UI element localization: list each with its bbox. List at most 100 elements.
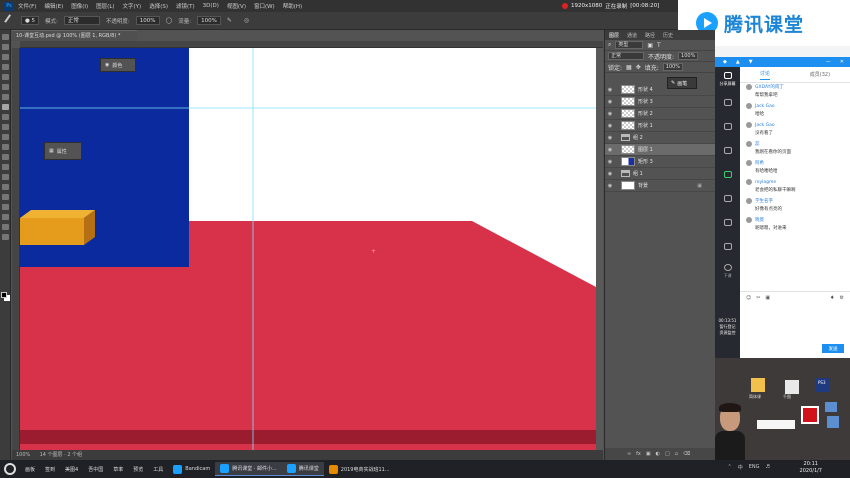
mode-select[interactable]: 正常: [63, 16, 100, 25]
layer-name[interactable]: 组 2: [633, 134, 643, 141]
menu-type[interactable]: 文字(Y): [123, 2, 142, 10]
avatar[interactable]: [746, 122, 752, 128]
avatar[interactable]: [746, 217, 752, 223]
layer-style-icon[interactable]: fx: [636, 451, 641, 457]
send-button[interactable]: 发送: [822, 344, 844, 353]
tab-channels[interactable]: 通道: [627, 32, 637, 39]
minimize-icon[interactable]: —: [826, 59, 831, 65]
layer-name[interactable]: 形状 1: [638, 122, 653, 129]
brush-size-picker[interactable]: ● 5: [21, 16, 40, 25]
taskbar-clock[interactable]: 20:11 2020/1/7: [800, 461, 822, 475]
document-tab[interactable]: 10-课堂互动.psd @ 100% (图层 1, RGB/8) *: [12, 30, 137, 41]
zoom-level[interactable]: 100%: [16, 450, 38, 460]
avatar[interactable]: [746, 141, 752, 147]
chat-username[interactable]: 阿希: [755, 160, 764, 166]
eyedropper-tool-icon[interactable]: [2, 84, 9, 90]
start-button[interactable]: [4, 463, 16, 475]
marquee-tool-icon[interactable]: [2, 44, 9, 50]
new-layer-icon[interactable]: ▫: [675, 451, 678, 457]
move-tool-icon[interactable]: [2, 34, 9, 40]
nav-music[interactable]: [715, 211, 740, 235]
visibility-eye-icon[interactable]: ◉: [605, 183, 615, 189]
shape-tool-icon[interactable]: [2, 204, 9, 210]
dropdown-icon[interactable]: ▼: [749, 59, 753, 65]
tab-layers[interactable]: 图层: [609, 32, 619, 39]
chat-username[interactable]: 晓莫: [755, 217, 764, 223]
layer-row[interactable]: ◉ 形状 2: [605, 108, 716, 120]
taskbar-item[interactable]: 画板: [20, 462, 40, 476]
opacity-input[interactable]: 100%: [135, 16, 160, 25]
chat-username[interactable]: 蕊: [755, 141, 760, 147]
chat-username[interactable]: 学生名字: [755, 198, 773, 204]
scissors-icon[interactable]: ✂: [756, 295, 760, 301]
chat-input[interactable]: [744, 306, 846, 340]
taskbar-item[interactable]: 腾讯课堂 · 邮件小...: [215, 462, 282, 476]
brush-tool-icon[interactable]: [4, 14, 17, 27]
avatar[interactable]: [746, 179, 752, 185]
taskbar-item[interactable]: 腾讯课堂: [281, 462, 324, 476]
menu-window[interactable]: 窗口(W): [254, 2, 275, 10]
layer-row[interactable]: ◉ 组 2: [605, 132, 716, 144]
tab-paths[interactable]: 路径: [645, 32, 655, 39]
menu-file[interactable]: 文件(F): [18, 2, 36, 10]
taskbar-item[interactable]: 吾中国: [83, 462, 108, 476]
image-icon[interactable]: ▣: [765, 295, 770, 301]
tray-chevron-icon[interactable]: ⌃: [728, 464, 732, 471]
layer-name[interactable]: 组 1: [633, 170, 643, 177]
layer-name[interactable]: 矩形 3: [638, 158, 653, 165]
layer-name[interactable]: 图层 1: [638, 146, 653, 153]
hand-tool-icon[interactable]: [2, 214, 9, 220]
taskbar-item[interactable]: 工具: [148, 462, 168, 476]
layer-row[interactable]: ◉ 组 1: [605, 168, 716, 180]
tab-discussion[interactable]: 讨论: [759, 70, 770, 80]
stamp-tool-icon[interactable]: [2, 114, 9, 120]
layer-name[interactable]: 形状 4: [638, 86, 653, 93]
visibility-eye-icon[interactable]: ◉: [605, 99, 615, 105]
lock-pixels-icon[interactable]: ▦: [626, 64, 632, 71]
filter-pixel-icon[interactable]: ▣: [647, 42, 653, 49]
filter-text-icon[interactable]: T: [657, 42, 661, 49]
taskbar-item[interactable]: 草率: [108, 462, 128, 476]
eraser-tool-icon[interactable]: [2, 134, 9, 140]
layer-name[interactable]: 背景: [638, 182, 648, 189]
pin-icon[interactable]: ▲: [736, 59, 740, 65]
layer-row[interactable]: ◉ 形状 3: [605, 96, 716, 108]
tray-ime[interactable]: 中: [738, 464, 743, 471]
flow-input[interactable]: 100%: [197, 16, 221, 25]
chat-username[interactable]: roylagme: [755, 180, 776, 185]
taskbar-item[interactable]: 美图4: [60, 462, 83, 476]
nav-share-screen[interactable]: 分享屏幕: [715, 67, 740, 91]
layer-name[interactable]: 形状 3: [638, 98, 653, 105]
menu-3d[interactable]: 3D(D): [203, 3, 219, 9]
horizontal-ruler[interactable]: [20, 41, 603, 48]
menu-help[interactable]: 帮助(H): [283, 2, 302, 10]
path-select-tool-icon[interactable]: [2, 194, 9, 200]
history-brush-tool-icon[interactable]: [2, 124, 9, 130]
menu-view[interactable]: 视图(V): [227, 2, 246, 10]
record-stop-icon[interactable]: [801, 406, 819, 424]
layer-mask-icon[interactable]: ▣: [646, 451, 651, 457]
delete-layer-icon[interactable]: ⌫: [683, 451, 690, 457]
visibility-eye-icon[interactable]: ◉: [605, 123, 615, 129]
layer-row[interactable]: ◉ 背景 ▣: [605, 180, 716, 192]
type-tool-icon[interactable]: [2, 184, 9, 190]
zoom-tool-icon[interactable]: [2, 224, 9, 230]
visibility-eye-icon[interactable]: ◉: [605, 111, 615, 117]
layer-row[interactable]: ◉ 形状 4: [605, 84, 716, 96]
nav-ppt[interactable]: [715, 91, 740, 115]
layer-row[interactable]: ◉ 形状 1: [605, 120, 716, 132]
settings-icon[interactable]: ⚙: [840, 295, 844, 301]
nav-speaker[interactable]: [715, 187, 740, 211]
healing-tool-icon[interactable]: [2, 94, 9, 100]
taskbar-item[interactable]: 预览: [128, 462, 148, 476]
visibility-eye-icon[interactable]: ◉: [605, 135, 615, 141]
dodge-tool-icon[interactable]: [2, 164, 9, 170]
avatar[interactable]: [746, 103, 752, 109]
menu-select[interactable]: 选择(S): [149, 2, 168, 10]
crop-tool-icon[interactable]: [2, 74, 9, 80]
taskbar-item[interactable]: 2019电商实战班11...: [324, 462, 395, 476]
layer-opacity-input[interactable]: 100%: [678, 52, 699, 60]
screenshot-camera-icon[interactable]: [825, 402, 837, 412]
gift-icon[interactable]: ♦: [830, 295, 834, 301]
blend-mode-select[interactable]: 正常: [608, 52, 644, 60]
